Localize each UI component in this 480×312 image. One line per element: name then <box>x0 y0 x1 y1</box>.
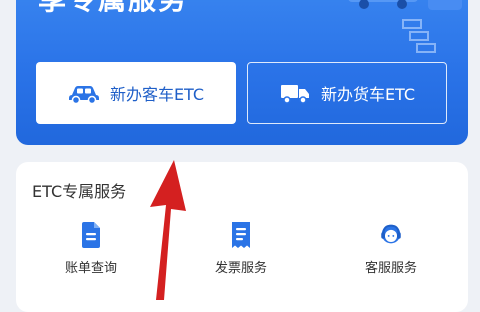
invoice-receipt-icon <box>228 222 254 248</box>
customer-service-label: 客服服务 <box>364 261 417 276</box>
truck-icon <box>279 81 311 105</box>
etc-banner-card: 享专属服务 新办客车ETC <box>16 0 468 145</box>
bill-query-button[interactable]: 账单查询 <box>46 222 136 276</box>
invoice-service-button[interactable]: 发票服务 <box>196 222 286 276</box>
car-icon <box>68 81 100 105</box>
new-car-etc-button[interactable]: 新办客车ETC <box>36 62 236 124</box>
services-title: ETC专属服务 <box>32 182 127 201</box>
new-truck-etc-label: 新办货车ETC <box>320 85 416 104</box>
customer-service-icon <box>378 222 404 248</box>
invoice-service-label: 发票服务 <box>214 261 267 276</box>
etc-services-card: ETC专属服务 账单查询 发票服务 客服服务 <box>16 162 468 312</box>
banner-illustration <box>348 0 462 53</box>
banner-title: 享专属服务 <box>38 0 188 14</box>
new-truck-etc-button[interactable]: 新办货车ETC <box>247 62 447 124</box>
new-car-etc-label: 新办客车ETC <box>109 85 205 104</box>
customer-service-button[interactable]: 客服服务 <box>346 222 436 276</box>
bill-document-icon <box>78 222 104 248</box>
bill-query-label: 账单查询 <box>64 261 117 276</box>
